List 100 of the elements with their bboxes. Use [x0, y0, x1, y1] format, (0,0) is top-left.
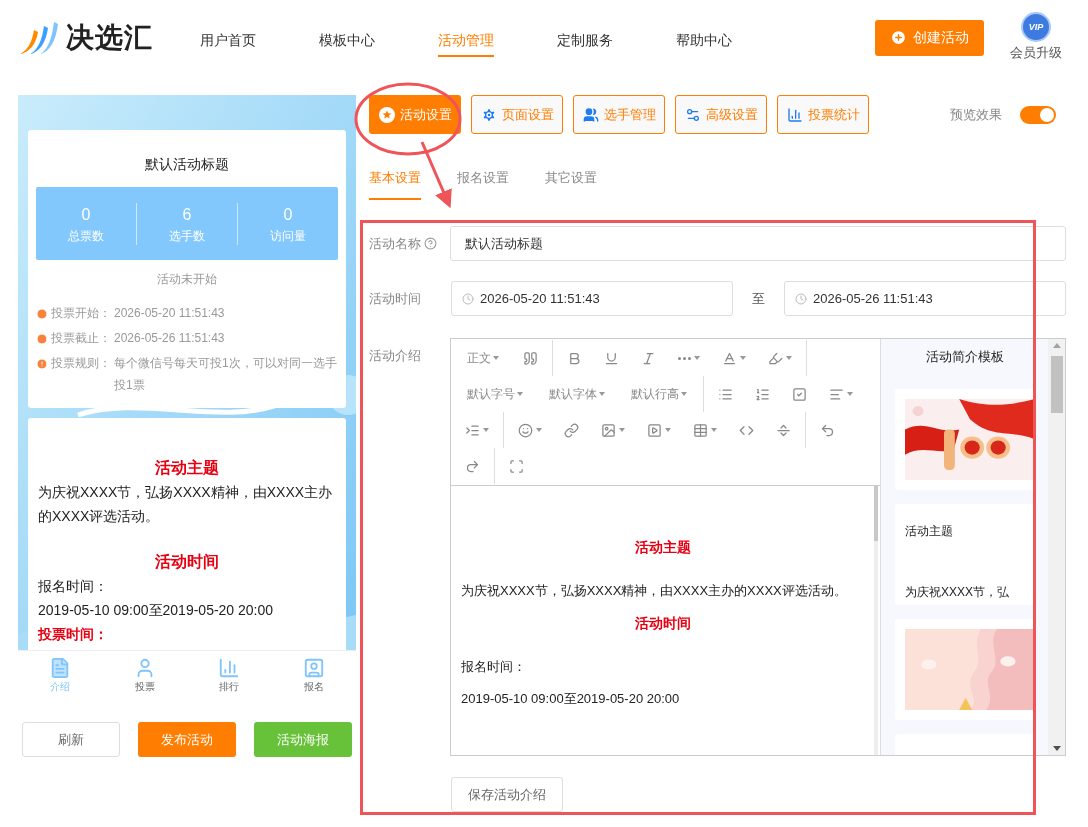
clock-icon: [36, 333, 48, 345]
content-text: 2019-05-10 09:00至2019-05-20 20:00: [38, 601, 275, 620]
nav-item[interactable]: 活动管理: [438, 26, 494, 57]
video-icon: [647, 422, 662, 438]
clock-icon: [795, 292, 807, 305]
name-field[interactable]: 默认活动标题: [450, 226, 1066, 261]
preview-action-button[interactable]: 活动海报: [254, 722, 352, 757]
status-text: 活动未开始: [156, 271, 218, 288]
preview-tab[interactable]: 投票: [102, 651, 187, 700]
template-text: 为庆祝XXXX节，弘: [905, 584, 1010, 601]
redo-icon: [465, 458, 480, 474]
image-icon: [601, 422, 616, 438]
template-heading: 活动主题: [905, 523, 954, 540]
toolbar-dropdown[interactable]: 默认字体: [539, 379, 615, 409]
clock-icon: [462, 292, 474, 305]
bar-chart-icon: [218, 657, 241, 679]
caret-icon: [711, 428, 717, 432]
content-heading: 活动时间: [633, 614, 692, 633]
indent-icon: [465, 422, 480, 438]
activity-title: 默认活动标题: [144, 155, 230, 174]
bar-chart-icon: [786, 106, 803, 123]
preview-toggle[interactable]: [1020, 105, 1056, 124]
toolbar-dropdown[interactable]: 默认行高: [621, 379, 697, 409]
content-label: 投票时间：: [38, 625, 109, 644]
stat-value: 0: [283, 204, 293, 225]
toolbar-dropdown[interactable]: 默认字号: [457, 379, 533, 409]
section-tab[interactable]: 投票统计: [777, 95, 869, 134]
font-color-icon: [722, 350, 737, 366]
alert-icon: [36, 358, 48, 370]
content-text: 报名时间：: [461, 658, 527, 676]
section-tab[interactable]: 高级设置: [675, 95, 767, 134]
caret-icon: [847, 392, 853, 396]
caret-icon: [694, 356, 700, 360]
sub-tab[interactable]: 其它设置: [545, 158, 597, 200]
info-value: 2026-05-26 11:51:43: [114, 330, 225, 347]
sub-tab[interactable]: 基本设置: [369, 158, 421, 200]
nav-item[interactable]: 用户首页: [200, 26, 256, 57]
toggle-label: 预览效果: [950, 105, 1002, 124]
nav-item[interactable]: 定制服务: [557, 26, 613, 57]
nav-item[interactable]: 模板中心: [319, 26, 375, 57]
scrollbar[interactable]: [1048, 339, 1065, 755]
field-label: 活动名称: [369, 234, 421, 253]
preview-action-button[interactable]: 发布活动: [138, 722, 236, 757]
quote-icon: [523, 350, 538, 366]
checkbox-icon: [792, 386, 807, 402]
italic-icon: [641, 350, 656, 366]
editor-content[interactable]: 活动主题 为庆祝XXXX节，弘扬XXXX精神，由XXXX主办的XXXX评选活动。 活动时间 报名时间： 2019-05-10 09:00至2019-05-20 20:00: [451, 486, 874, 755]
divider-icon: [776, 422, 791, 438]
table-icon: [693, 422, 708, 438]
users-icon: [582, 106, 599, 123]
sub-tab[interactable]: 报名设置: [457, 158, 509, 200]
bold-icon: [567, 350, 582, 366]
template-card[interactable]: 活动主题 为庆祝XXXX节，弘: [895, 504, 1035, 605]
more-icon: [678, 356, 691, 360]
preview-action-button[interactable]: 刷新: [22, 722, 120, 757]
content-heading: 活动时间: [154, 552, 220, 572]
section-tab[interactable]: 页面设置: [471, 95, 563, 134]
save-button[interactable]: 保存活动介绍: [451, 777, 563, 812]
bullet-list-icon: [718, 386, 733, 402]
end-time-field[interactable]: 2026-05-26 11:51:43: [784, 281, 1066, 316]
highlight-icon: [768, 350, 783, 366]
section-tab[interactable]: 活动设置: [369, 95, 461, 134]
clock-icon: [36, 308, 48, 320]
stat-value: 0: [81, 204, 91, 225]
preview-tab[interactable]: 介绍: [18, 651, 103, 700]
content-text: 为庆祝XXXX节，弘扬XXXX精神，由XXXX主办的XXXX评选活动。: [38, 483, 334, 526]
template-card[interactable]: [895, 389, 1035, 490]
help-icon: [424, 237, 437, 250]
preview-tab[interactable]: 报名: [271, 651, 356, 700]
vip-badge[interactable]: VIP: [1021, 12, 1051, 43]
content-heading: 活动主题: [154, 458, 220, 478]
settings-icon: [684, 106, 701, 123]
fullscreen-icon: [509, 458, 524, 474]
stat-value: 6: [182, 204, 192, 225]
content-text: 为庆祝XXXX节，弘扬XXXX精神，由XXXX主办的XXXX评选活动。: [461, 582, 848, 600]
template-title: 活动简介模板: [924, 348, 1005, 366]
caret-icon: [493, 356, 499, 360]
caret-icon: [483, 428, 489, 432]
stat-label: 总票数: [68, 227, 104, 245]
start-time-field[interactable]: 2026-05-20 11:51:43: [451, 281, 733, 316]
align-icon: [829, 386, 844, 402]
create-button[interactable]: 创建活动: [875, 19, 984, 56]
content-text: 报名时间：: [38, 577, 109, 596]
link-icon: [564, 422, 579, 438]
stat-label: 选手数: [169, 227, 205, 245]
toolbar-dropdown[interactable]: 正文: [457, 343, 509, 373]
underline-icon: [604, 350, 619, 366]
preview-tab[interactable]: 排行: [187, 651, 272, 700]
caret-icon: [740, 356, 746, 360]
rich-text-editor[interactable]: 正文 默认字号 默认字体 默认行高 活动主题 为庆祝XXXX节，弘扬XXXX精神，由XXXX主办的XXXX评选活动。 活动时间 报名时间： 2019-05-10 09:00至2019-05-20 20:00 活动简介模板 活动主题 为庆祝XXXX节，弘: [450, 338, 1066, 756]
undo-icon: [820, 422, 835, 438]
info-label: 投票规则：: [51, 355, 111, 372]
vip-label: 会员升级: [1010, 44, 1062, 63]
info-value: 2026-05-20 11:51:43: [114, 305, 225, 322]
caret-icon: [599, 392, 605, 396]
section-tab[interactable]: 选手管理: [573, 95, 665, 134]
nav-item[interactable]: 帮助中心: [676, 26, 732, 57]
range-separator: 至: [751, 289, 766, 308]
stat-label: 访问量: [270, 227, 306, 245]
annotation-arrow: [420, 141, 452, 209]
